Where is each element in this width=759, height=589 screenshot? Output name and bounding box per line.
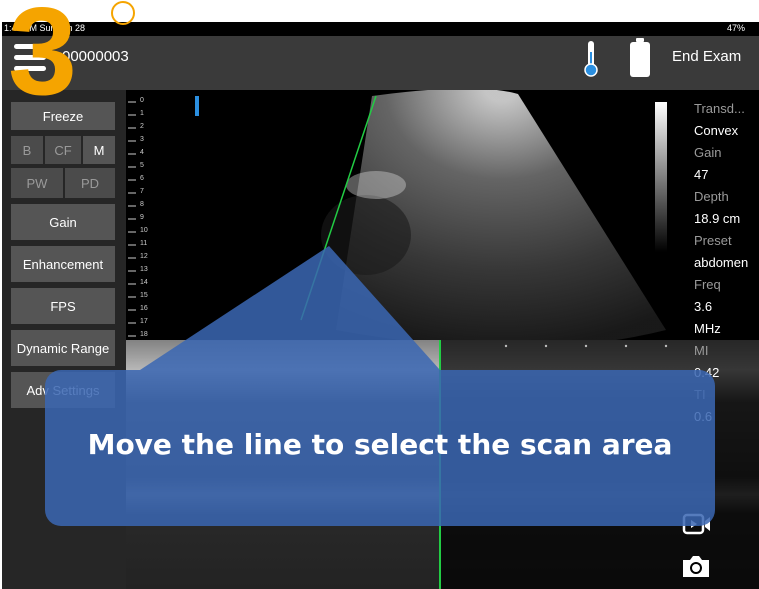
tutorial-callout: Move the line to select the scan area <box>45 370 715 526</box>
step-circle-icon <box>111 1 135 25</box>
tutorial-instruction: Move the line to select the scan area <box>87 428 673 461</box>
tutorial-step-number: 3 <box>8 0 77 121</box>
